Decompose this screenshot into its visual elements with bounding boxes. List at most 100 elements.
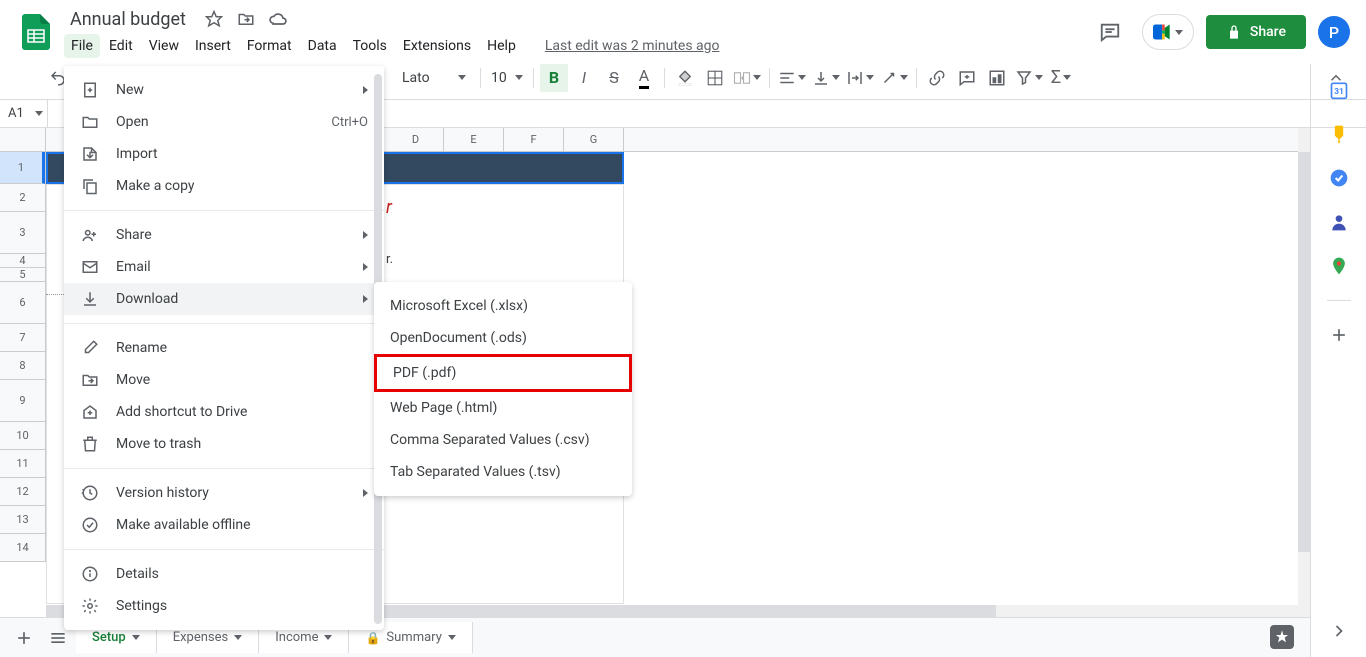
row-header[interactable]: 7 bbox=[0, 324, 45, 352]
col-header-d[interactable]: D bbox=[388, 128, 444, 151]
maps-icon[interactable] bbox=[1329, 256, 1349, 276]
text-wrap-button[interactable] bbox=[844, 64, 876, 92]
col-header-e[interactable]: E bbox=[444, 128, 504, 151]
menu-edit[interactable]: Edit bbox=[102, 34, 140, 58]
explore-button[interactable] bbox=[1270, 625, 1294, 649]
menu-tools[interactable]: Tools bbox=[346, 34, 394, 58]
row-header[interactable]: 9 bbox=[0, 380, 45, 422]
tasks-icon[interactable] bbox=[1329, 168, 1349, 188]
keep-icon[interactable] bbox=[1329, 124, 1349, 144]
chevron-down-icon bbox=[324, 635, 332, 640]
col-header-f[interactable]: F bbox=[504, 128, 564, 151]
file-menu-rename[interactable]: Rename bbox=[64, 332, 384, 364]
download-option[interactable]: Comma Separated Values (.csv) bbox=[374, 424, 632, 456]
download-option[interactable]: PDF (.pdf) bbox=[374, 354, 632, 392]
settings-icon bbox=[80, 596, 100, 616]
meet-button[interactable] bbox=[1142, 14, 1194, 50]
row-header[interactable]: 13 bbox=[0, 506, 45, 534]
side-panel-collapse[interactable] bbox=[1329, 621, 1349, 641]
vertical-align-button[interactable] bbox=[810, 64, 842, 92]
row-header[interactable]: 10 bbox=[0, 422, 45, 450]
merge-cells-button[interactable] bbox=[731, 64, 763, 92]
filter-button[interactable] bbox=[1013, 64, 1045, 92]
menu-insert[interactable]: Insert bbox=[188, 34, 238, 58]
file-menu-share[interactable]: Share bbox=[64, 219, 384, 251]
row-header[interactable]: 12 bbox=[0, 478, 45, 506]
name-box[interactable]: A1 bbox=[0, 100, 48, 127]
last-edit-link[interactable]: Last edit was 2 minutes ago bbox=[545, 38, 720, 54]
chevron-down-icon bbox=[900, 75, 908, 80]
add-addon-icon[interactable] bbox=[1329, 325, 1349, 345]
doc-title[interactable]: Annual budget bbox=[64, 7, 192, 32]
move-folder-icon[interactable] bbox=[236, 9, 256, 29]
col-header-g[interactable]: G bbox=[564, 128, 624, 151]
sheets-logo[interactable] bbox=[16, 12, 56, 52]
text-rotation-button[interactable] bbox=[878, 64, 910, 92]
row-header[interactable]: 3 bbox=[0, 212, 45, 254]
vertical-scrollbar[interactable] bbox=[1298, 128, 1310, 617]
row-header[interactable]: 4 bbox=[0, 254, 45, 268]
download-option[interactable]: OpenDocument (.ods) bbox=[374, 322, 632, 354]
insert-chart-button[interactable] bbox=[983, 64, 1011, 92]
file-menu-download[interactable]: Download bbox=[64, 283, 384, 315]
file-menu-offline[interactable]: Make available offline bbox=[64, 509, 384, 541]
file-menu-email[interactable]: Email bbox=[64, 251, 384, 283]
row-header[interactable]: 14 bbox=[0, 534, 45, 562]
side-panel: 31 bbox=[1310, 64, 1366, 657]
menu-data[interactable]: Data bbox=[301, 34, 344, 58]
menu-file[interactable]: File bbox=[64, 34, 100, 58]
import-icon bbox=[80, 144, 100, 164]
font-family-select[interactable]: Lato bbox=[394, 66, 474, 90]
file-menu-details[interactable]: Details bbox=[64, 558, 384, 590]
file-menu-open[interactable]: OpenCtrl+O bbox=[64, 106, 384, 138]
share-button[interactable]: Share bbox=[1206, 15, 1306, 49]
strikethrough-button[interactable]: S bbox=[600, 64, 628, 92]
borders-button[interactable] bbox=[701, 64, 729, 92]
row-header[interactable]: 6 bbox=[0, 282, 45, 324]
file-menu-history[interactable]: Version history bbox=[64, 477, 384, 509]
insert-link-button[interactable] bbox=[923, 64, 951, 92]
bold-button[interactable]: B bbox=[540, 64, 568, 92]
menu-extensions[interactable]: Extensions bbox=[396, 34, 478, 58]
calendar-icon[interactable]: 31 bbox=[1329, 80, 1349, 100]
menu-view[interactable]: View bbox=[142, 34, 186, 58]
star-icon[interactable] bbox=[204, 9, 224, 29]
contacts-icon[interactable] bbox=[1329, 212, 1349, 232]
share-label: Share bbox=[1250, 24, 1286, 40]
file-menu-move[interactable]: Move bbox=[64, 364, 384, 396]
horizontal-align-button[interactable] bbox=[776, 64, 808, 92]
file-menu-copy[interactable]: Make a copy bbox=[64, 170, 384, 202]
row-header[interactable]: 8 bbox=[0, 352, 45, 380]
text-color-button[interactable]: A bbox=[630, 64, 658, 92]
insert-comment-button[interactable] bbox=[953, 64, 981, 92]
download-option[interactable]: Microsoft Excel (.xlsx) bbox=[374, 290, 632, 322]
account-avatar[interactable]: P bbox=[1318, 16, 1350, 48]
file-menu-settings[interactable]: Settings bbox=[64, 590, 384, 622]
new-icon bbox=[80, 80, 100, 100]
file-menu-shortcut[interactable]: Add shortcut to Drive bbox=[64, 396, 384, 428]
title-area: Annual budget File Edit View Insert Form… bbox=[64, 7, 1090, 58]
file-menu-import[interactable]: Import bbox=[64, 138, 384, 170]
lock-icon: 🔒 bbox=[365, 631, 380, 645]
add-sheet-button[interactable] bbox=[6, 620, 42, 656]
functions-button[interactable]: Σ bbox=[1047, 64, 1075, 92]
chevron-down-icon bbox=[1175, 30, 1183, 35]
fill-color-button[interactable] bbox=[671, 64, 699, 92]
row-header[interactable]: 11 bbox=[0, 450, 45, 478]
font-size-select[interactable]: 10 bbox=[487, 70, 527, 86]
download-option[interactable]: Web Page (.html) bbox=[374, 392, 632, 424]
open-icon bbox=[80, 112, 100, 132]
menu-help[interactable]: Help bbox=[480, 34, 523, 58]
download-option[interactable]: Tab Separated Values (.tsv) bbox=[374, 456, 632, 488]
row-header[interactable]: 1 bbox=[0, 152, 45, 184]
row-header[interactable]: 5 bbox=[0, 268, 45, 282]
copy-icon bbox=[80, 176, 100, 196]
row-header[interactable]: 2 bbox=[0, 184, 45, 212]
cloud-status-icon[interactable] bbox=[268, 9, 288, 29]
file-menu-trash[interactable]: Move to trash bbox=[64, 428, 384, 460]
file-menu-new[interactable]: New bbox=[64, 74, 384, 106]
italic-button[interactable]: I bbox=[570, 64, 598, 92]
select-all-corner[interactable] bbox=[0, 128, 46, 152]
menu-format[interactable]: Format bbox=[240, 34, 299, 58]
comment-history-icon[interactable] bbox=[1090, 12, 1130, 52]
